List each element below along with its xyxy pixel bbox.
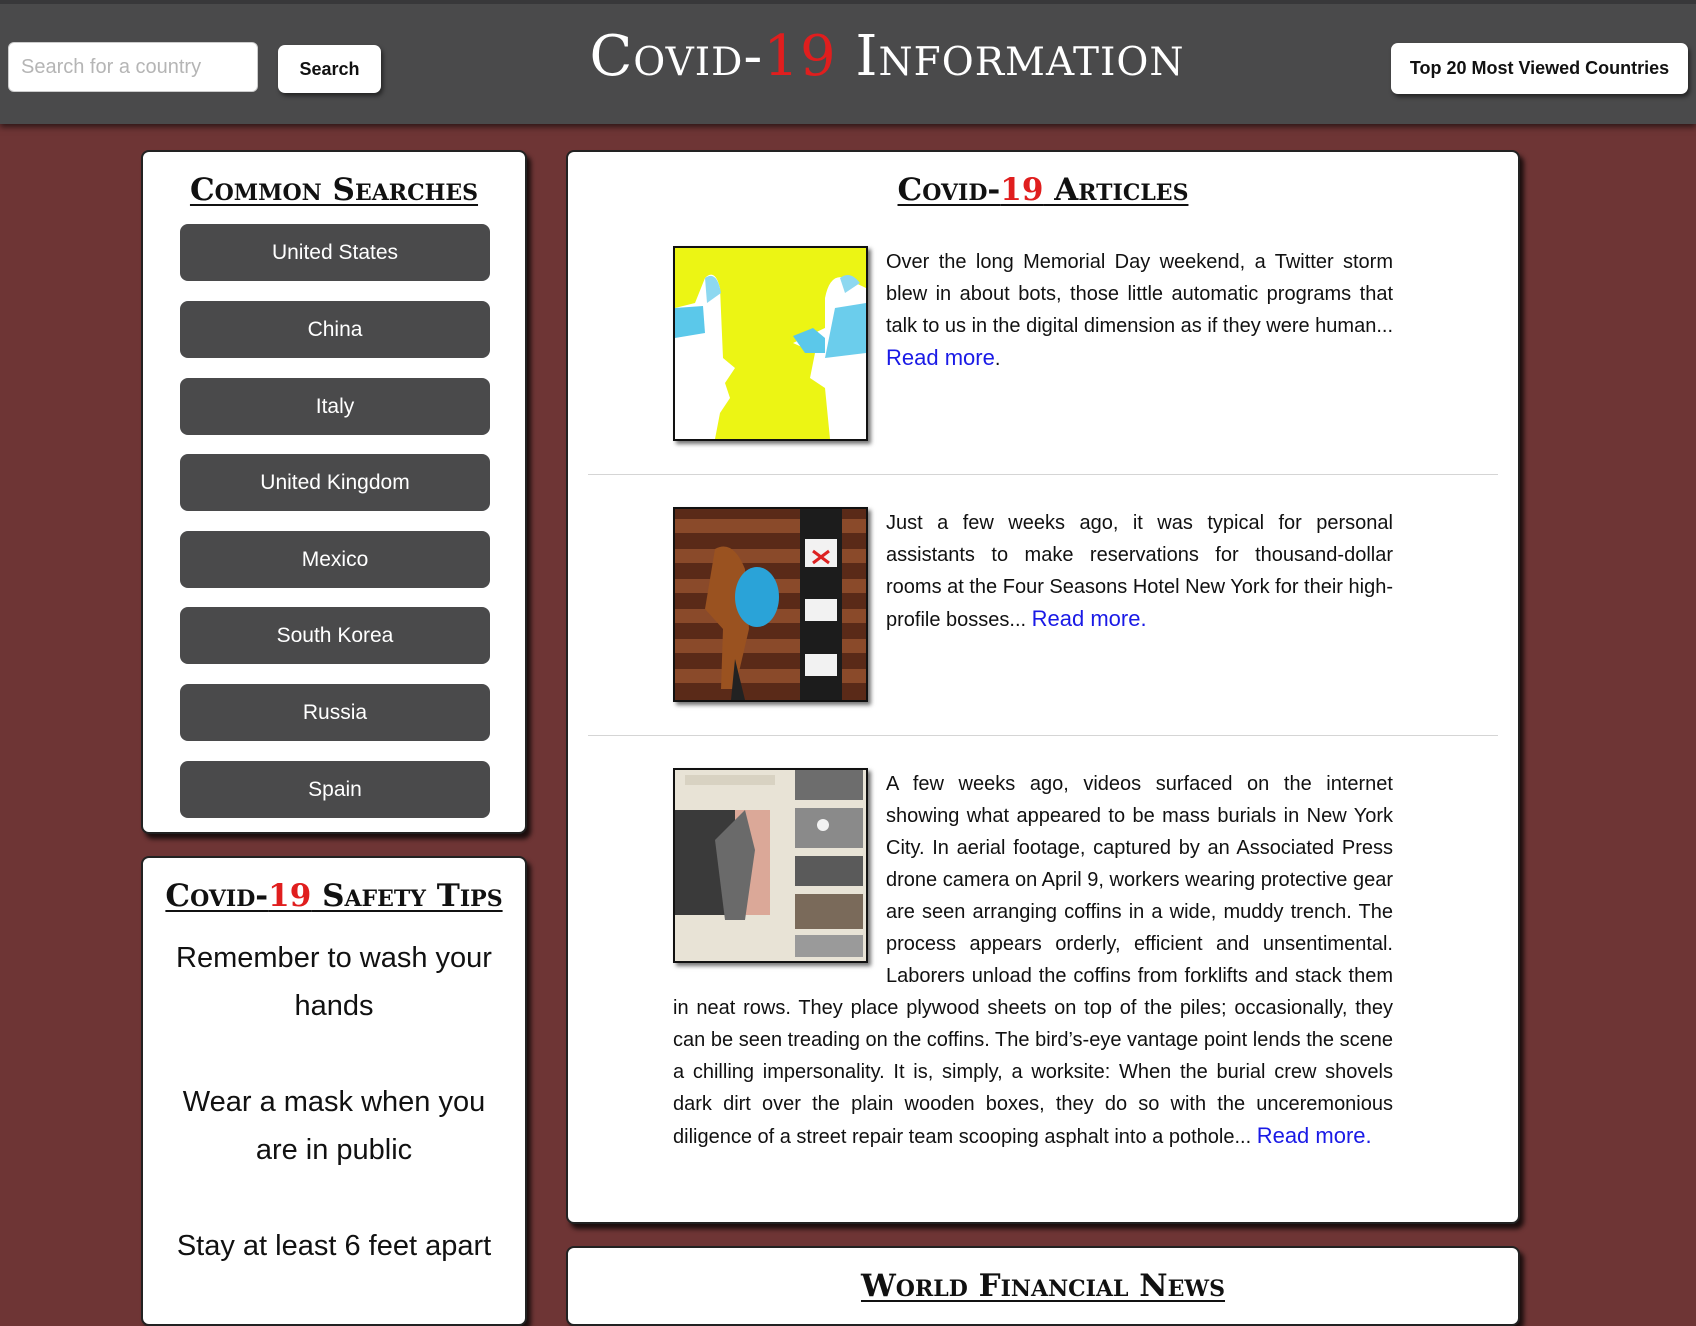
site-title-suffix: Information: [836, 24, 1185, 89]
article-divider: [588, 474, 1498, 475]
safety-heading-number: 19: [268, 878, 312, 914]
country-button-spain[interactable]: Spain: [180, 761, 490, 818]
site-title-number: 19: [763, 24, 837, 89]
country-button-mexico[interactable]: Mexico: [180, 531, 490, 588]
safety-tips-list: Remember to wash your hands Wear a mask …: [143, 934, 525, 1270]
top-20-countries-button[interactable]: Top 20 Most Viewed Countries: [1391, 43, 1688, 94]
safety-heading-suffix: Safety Tips: [311, 878, 503, 914]
common-searches-card: Common Searches United States China Ital…: [141, 150, 527, 834]
articles-heading-prefix: Covid-: [897, 172, 1001, 208]
read-more-link[interactable]: Read more.: [1032, 606, 1147, 631]
articles-heading-number: 19: [1000, 172, 1044, 208]
read-more-link[interactable]: Read more: [886, 345, 995, 370]
safety-heading-prefix: Covid-: [165, 878, 269, 914]
top-bar: Search Covid-19 Information Top 20 Most …: [0, 0, 1696, 124]
country-button-united-states[interactable]: United States: [180, 224, 490, 281]
common-searches-heading: Common Searches: [189, 172, 479, 208]
safety-tips-heading: Covid-19 Safety Tips: [143, 878, 525, 914]
article-thumbnail-hotel[interactable]: [673, 507, 868, 702]
country-button-china[interactable]: China: [180, 301, 490, 358]
read-more-link[interactable]: Read more.: [1257, 1123, 1372, 1148]
articles-heading-suffix: Articles: [1043, 172, 1189, 208]
country-button-italy[interactable]: Italy: [180, 378, 490, 435]
financial-news-heading: World Financial News: [860, 1268, 1226, 1304]
country-button-united-kingdom[interactable]: United Kingdom: [180, 454, 490, 511]
article-divider: [588, 735, 1498, 736]
safety-tip: Stay at least 6 feet apart: [176, 1230, 492, 1262]
article-suffix: .: [994, 348, 1001, 370]
article-thumbnail-burials[interactable]: [673, 768, 868, 963]
article-item: Just a few weeks ago, it was typical for…: [673, 507, 1393, 710]
article-item: A few weeks ago, videos surfaced on the …: [673, 768, 1393, 1153]
safety-tip: Remember to wash your hands: [176, 942, 492, 1022]
safety-tip: Wear a mask when you are in public: [182, 1086, 486, 1166]
articles-card: Covid-19 Articles Over the long Memorial…: [566, 150, 1520, 1224]
country-button-south-korea[interactable]: South Korea: [180, 607, 490, 664]
financial-news-card: World Financial News: [566, 1246, 1520, 1326]
article-summary-text: Over the long Memorial Day weekend, a Tw…: [886, 251, 1393, 337]
country-button-russia[interactable]: Russia: [180, 684, 490, 741]
safety-tips-card: Covid-19 Safety Tips Remember to wash yo…: [141, 856, 527, 1326]
article-item: Over the long Memorial Day weekend, a Tw…: [673, 246, 1393, 449]
site-title-prefix: Covid-: [589, 24, 764, 89]
article-thumbnail-bots[interactable]: [673, 246, 868, 441]
articles-heading: Covid-19 Articles: [568, 172, 1518, 208]
